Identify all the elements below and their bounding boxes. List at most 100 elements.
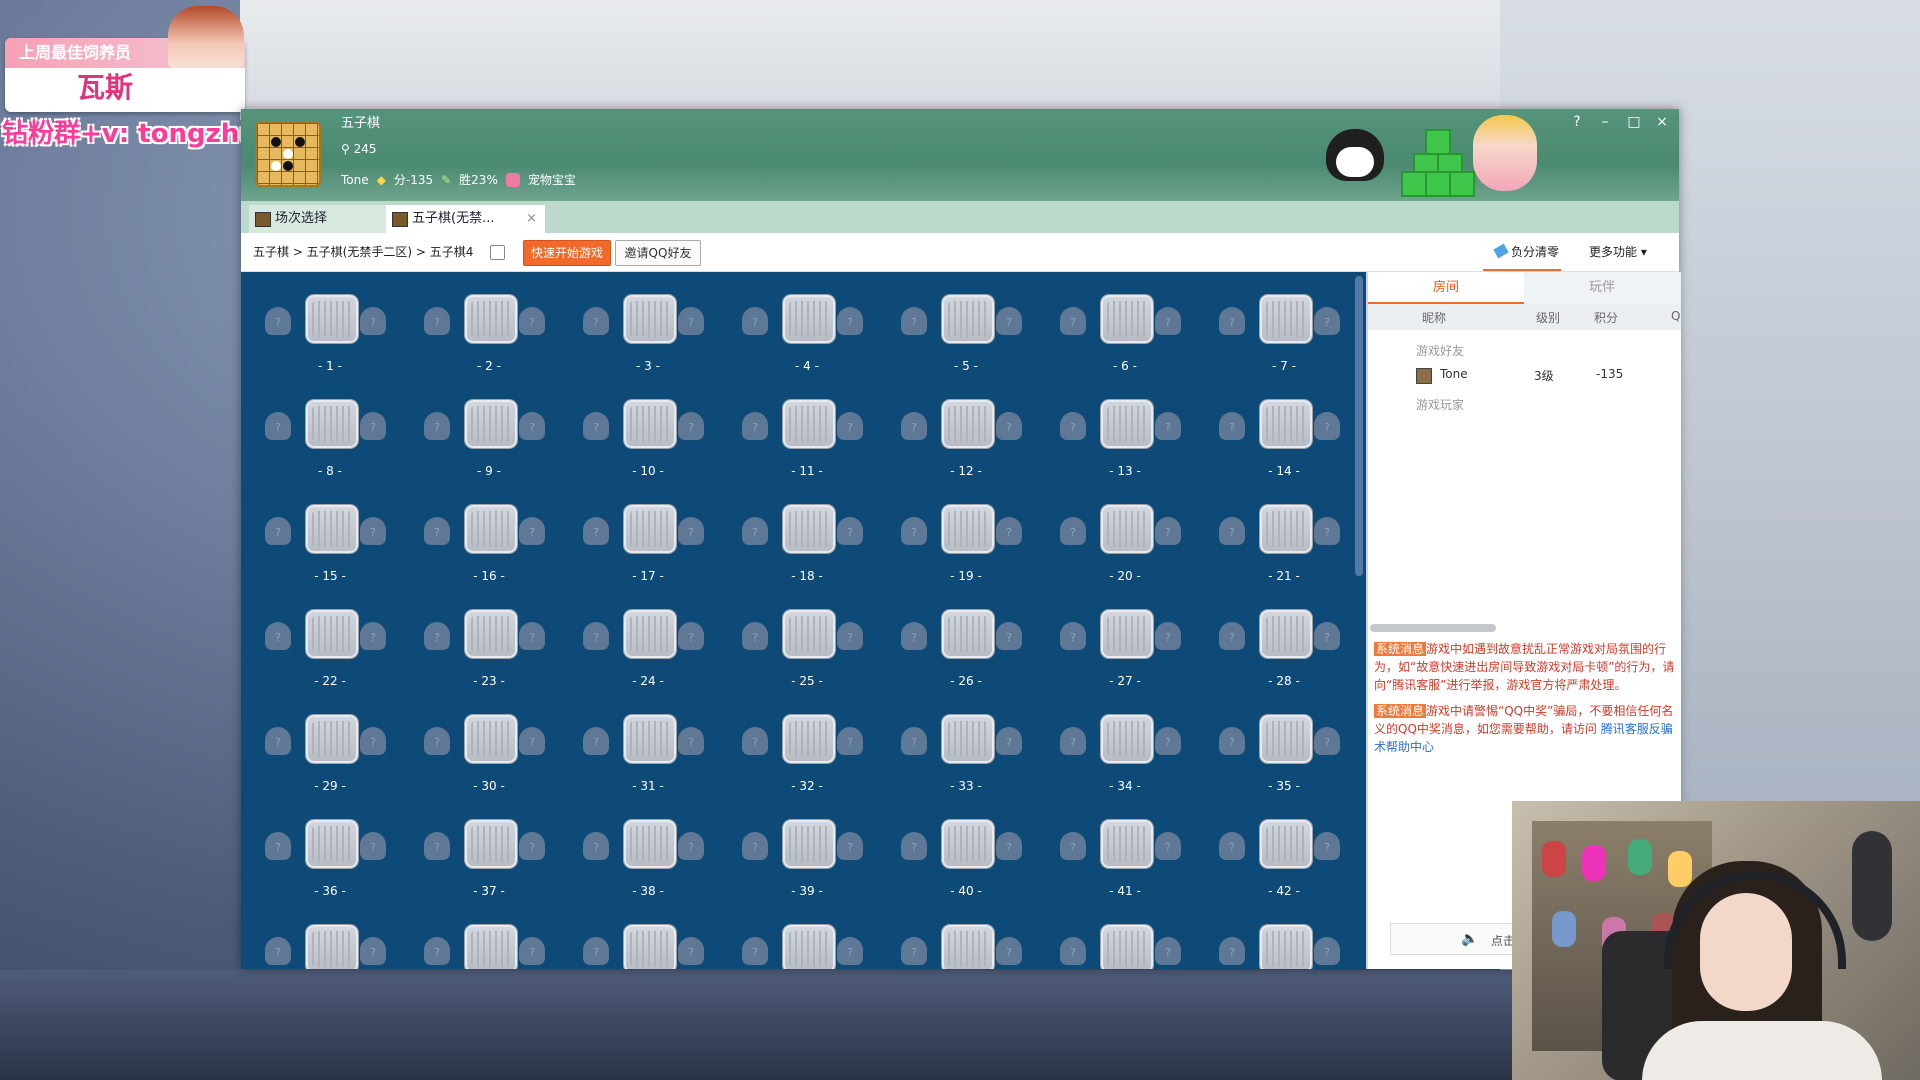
game-board-icon[interactable] [783,925,835,969]
game-table[interactable]: ?? - 32 - [727,699,887,804]
empty-seat-right-icon[interactable]: ? [678,412,704,440]
empty-seat-left-icon[interactable]: ? [1060,937,1086,965]
game-board-icon[interactable] [465,295,517,343]
empty-seat-left-icon[interactable]: ? [1060,517,1086,545]
game-table[interactable]: ?? - 15 - [250,489,410,594]
empty-seat-left-icon[interactable]: ? [265,832,291,860]
empty-seat-right-icon[interactable]: ? [678,727,704,755]
empty-seat-left-icon[interactable]: ? [583,832,609,860]
empty-seat-right-icon[interactable]: ? [1155,937,1181,965]
game-board-icon[interactable] [942,820,994,868]
game-board-icon[interactable] [1260,400,1312,448]
game-table[interactable]: ?? - 42 - [1204,804,1364,909]
empty-seat-left-icon[interactable]: ? [583,727,609,755]
empty-seat-right-icon[interactable]: ? [678,517,704,545]
game-board-icon[interactable] [1101,295,1153,343]
empty-seat-right-icon[interactable]: ? [1314,727,1340,755]
game-table[interactable]: ?? - 37 - [409,804,569,909]
game-board-icon[interactable] [465,400,517,448]
game-board-icon[interactable] [942,715,994,763]
empty-seat-left-icon[interactable]: ? [265,517,291,545]
game-table[interactable]: ?? [1204,909,1364,969]
game-table[interactable]: ?? - 29 - [250,699,410,804]
game-table[interactable]: ?? - 6 - [1045,279,1205,384]
pet-link[interactable]: 宠物宝宝 [528,171,576,188]
game-table[interactable]: ?? - 18 - [727,489,887,594]
clear-negative-score-button[interactable]: 负分清零 [1482,243,1562,271]
game-table[interactable]: ?? - 33 - [886,699,1046,804]
game-board-icon[interactable] [1101,715,1153,763]
game-board-icon[interactable] [624,505,676,553]
game-board-icon[interactable] [1101,925,1153,969]
empty-seat-right-icon[interactable]: ? [1314,517,1340,545]
section-game-players[interactable]: 游戏玩家 [1416,396,1464,413]
game-board-icon[interactable] [783,715,835,763]
empty-seat-left-icon[interactable]: ? [583,937,609,965]
tab-friends[interactable]: 玩伴 [1524,272,1680,304]
game-board-icon[interactable] [465,610,517,658]
empty-seat-right-icon[interactable]: ? [837,937,863,965]
empty-seat-left-icon[interactable]: ? [742,937,768,965]
game-board-icon[interactable] [306,925,358,969]
game-board-icon[interactable] [624,715,676,763]
empty-seat-right-icon[interactable]: ? [837,412,863,440]
game-table[interactable]: ?? - 17 - [568,489,728,594]
more-functions-button[interactable]: 更多功能 ▾ [1589,243,1647,260]
empty-seat-left-icon[interactable]: ? [1060,727,1086,755]
game-table[interactable]: ?? - 14 - [1204,384,1364,489]
empty-seat-left-icon[interactable]: ? [1060,832,1086,860]
empty-seat-right-icon[interactable]: ? [1155,307,1181,335]
empty-seat-right-icon[interactable]: ? [1314,937,1340,965]
game-table[interactable]: ?? - 22 - [250,594,410,699]
empty-seat-left-icon[interactable]: ? [265,937,291,965]
game-table[interactable]: ?? [568,909,728,969]
empty-seat-right-icon[interactable]: ? [996,727,1022,755]
empty-seat-right-icon[interactable]: ? [996,412,1022,440]
empty-seat-left-icon[interactable]: ? [1219,517,1245,545]
tab-room[interactable]: 房间 [1368,272,1524,304]
game-table[interactable]: ?? - 26 - [886,594,1046,699]
empty-seat-right-icon[interactable]: ? [1314,307,1340,335]
game-table[interactable]: ?? - 27 - [1045,594,1205,699]
game-board-icon[interactable] [783,295,835,343]
game-board-icon[interactable] [783,610,835,658]
empty-seat-right-icon[interactable]: ? [360,412,386,440]
empty-seat-right-icon[interactable]: ? [519,517,545,545]
game-table[interactable]: ?? - 8 - [250,384,410,489]
empty-seat-left-icon[interactable]: ? [901,517,927,545]
game-table[interactable]: ?? - 1 - [250,279,410,384]
game-table[interactable]: ?? - 23 - [409,594,569,699]
game-board-icon[interactable] [1101,610,1153,658]
game-board-icon[interactable] [942,610,994,658]
empty-seat-right-icon[interactable]: ? [1155,832,1181,860]
empty-seat-right-icon[interactable]: ? [360,832,386,860]
empty-seat-left-icon[interactable]: ? [901,727,927,755]
game-board-icon[interactable] [1101,400,1153,448]
lobby-scrollbar[interactable] [1355,276,1363,576]
game-board-icon[interactable] [306,610,358,658]
empty-seat-right-icon[interactable]: ? [1155,727,1181,755]
game-board-icon[interactable] [624,400,676,448]
empty-seat-right-icon[interactable]: ? [996,307,1022,335]
game-board-icon[interactable] [942,505,994,553]
empty-seat-left-icon[interactable]: ? [742,622,768,650]
game-board-icon[interactable] [465,715,517,763]
empty-seat-left-icon[interactable]: ? [1219,412,1245,440]
game-table[interactable]: ?? - 12 - [886,384,1046,489]
game-board-icon[interactable] [783,400,835,448]
minimize-button[interactable]: – [1592,111,1618,133]
empty-seat-right-icon[interactable]: ? [996,937,1022,965]
empty-seat-right-icon[interactable]: ? [519,307,545,335]
game-board-icon[interactable] [1101,505,1153,553]
game-board-icon[interactable] [1101,820,1153,868]
empty-seat-right-icon[interactable]: ? [360,622,386,650]
game-table[interactable]: ?? [727,909,887,969]
empty-seat-left-icon[interactable]: ? [424,517,450,545]
game-table[interactable]: ?? - 25 - [727,594,887,699]
game-board-icon[interactable] [306,820,358,868]
empty-seat-right-icon[interactable]: ? [837,622,863,650]
game-board-icon[interactable] [465,820,517,868]
empty-seat-left-icon[interactable]: ? [583,622,609,650]
empty-seat-left-icon[interactable]: ? [265,622,291,650]
col-score[interactable]: 积分 [1594,309,1618,326]
